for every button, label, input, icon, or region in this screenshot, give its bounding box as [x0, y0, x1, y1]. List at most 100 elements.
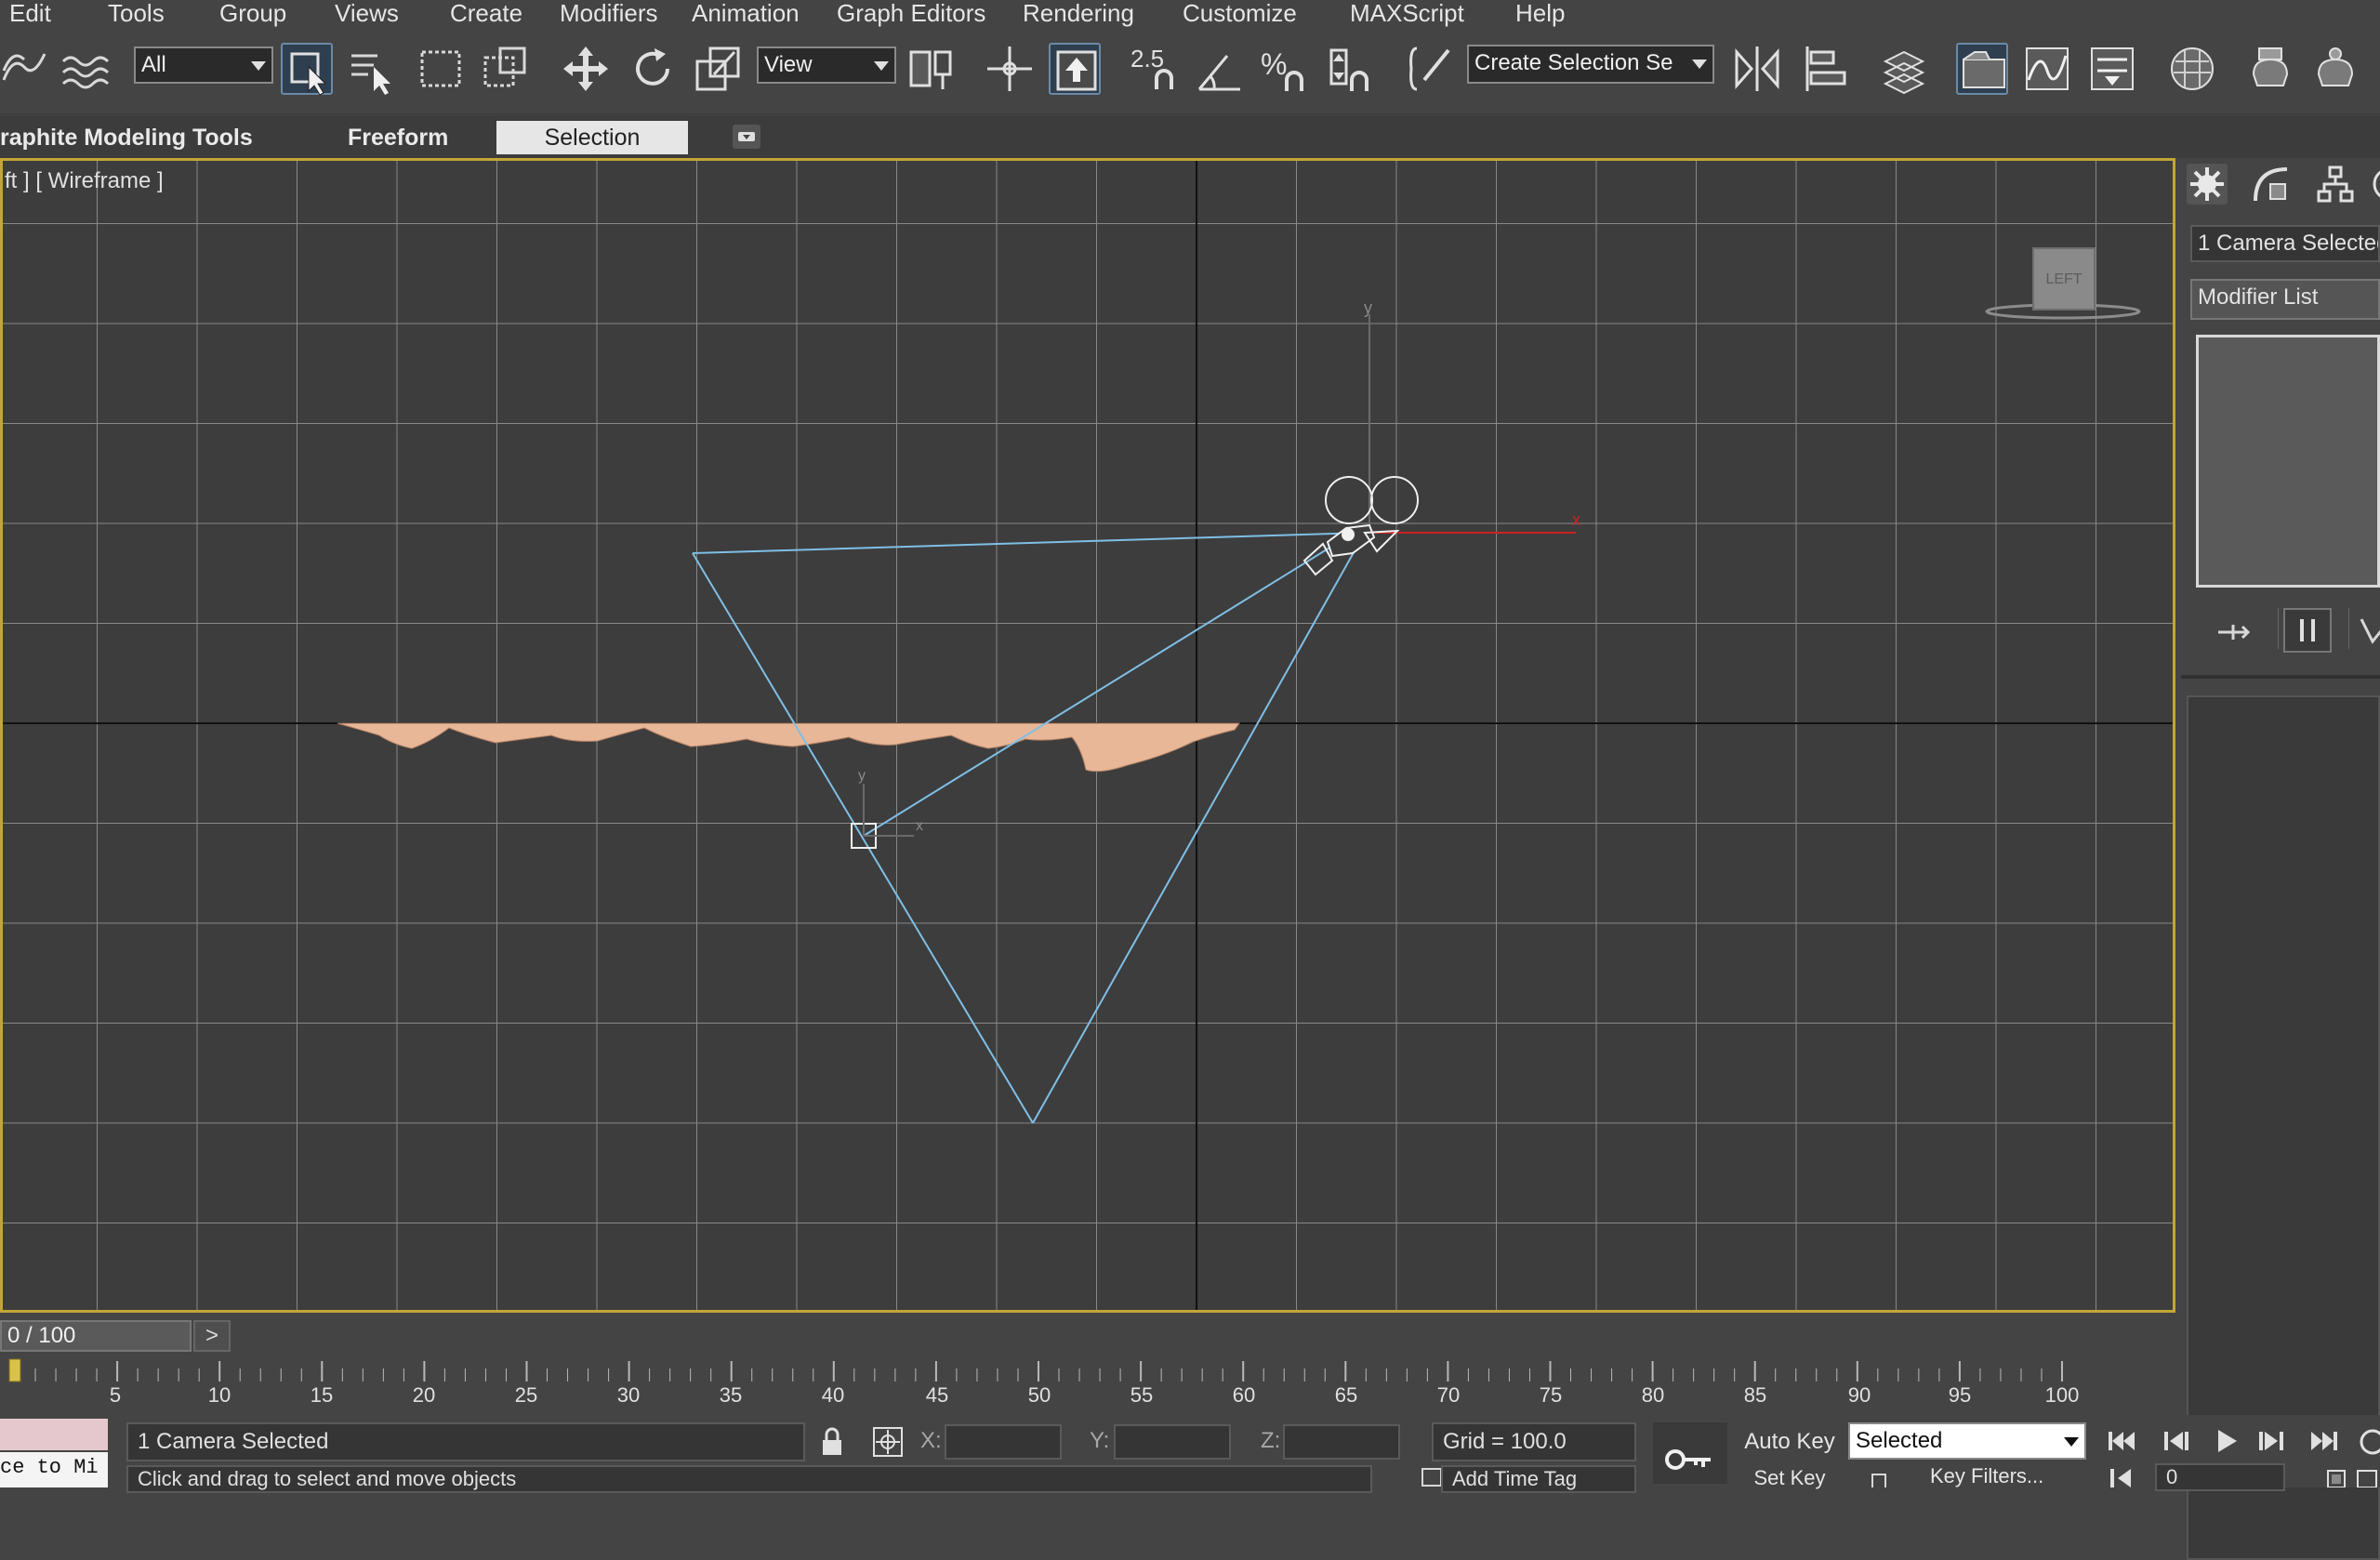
viewport-canvas[interactable]: x y x y LEFT	[3, 161, 2173, 1310]
menu-help[interactable]: Help	[1515, 0, 1565, 26]
snaps-toggle-icon[interactable]: 2.5	[1129, 43, 1181, 95]
chevron-down-icon	[1692, 59, 1707, 69]
maxscript-listener-mini[interactable]	[0, 1419, 108, 1450]
select-object-icon[interactable]	[281, 43, 333, 96]
ribbon-options-icon[interactable]	[733, 125, 760, 149]
layer-manager-icon[interactable]	[1878, 43, 1930, 95]
maxscript-mini-text: ce to Mi	[0, 1456, 99, 1479]
tick-label: 90	[1847, 1383, 1871, 1407]
menu-tools[interactable]: Tools	[108, 0, 165, 26]
reference-coord-dropdown[interactable]: View	[757, 46, 896, 84]
hierarchy-icon[interactable]	[2315, 164, 2356, 205]
key-filters-icon[interactable]	[1863, 1465, 1895, 1487]
menu-rendering[interactable]: Rendering	[1023, 0, 1134, 26]
x-coord-input[interactable]	[945, 1424, 1062, 1460]
y-coord-input[interactable]	[1114, 1424, 1231, 1460]
spinner-snap-icon[interactable]	[1324, 43, 1376, 95]
target-axis-y-label: y	[858, 768, 866, 784]
select-by-name-icon[interactable]	[346, 43, 398, 95]
scale-icon[interactable]	[692, 43, 744, 95]
time-config-icon[interactable]	[2354, 1426, 2380, 1458]
auto-key-button[interactable]: Auto Key	[1735, 1422, 1844, 1461]
camera-axis-x-label: x	[1572, 510, 1580, 529]
zoom-extents-icon[interactable]	[2324, 1465, 2348, 1487]
curve-editor-icon[interactable]	[2021, 43, 2073, 95]
maxscript-mini-input[interactable]: ce to Mi	[0, 1452, 108, 1487]
y-label: Y:	[1090, 1428, 1110, 1453]
create-icon[interactable]	[2187, 164, 2228, 205]
menu-create[interactable]: Create	[450, 0, 522, 26]
window-crossing-icon[interactable]	[480, 43, 532, 95]
svg-text:%: %	[1261, 47, 1287, 81]
edit-named-selection-icon[interactable]	[1404, 43, 1456, 95]
motion-icon[interactable]	[2369, 164, 2380, 205]
set-key-big-button[interactable]	[1653, 1422, 1727, 1484]
link-icon[interactable]	[0, 43, 52, 95]
panel-separator	[2181, 675, 2380, 679]
viewport-label[interactable]: ft ] [ Wireframe ]	[5, 168, 164, 194]
percent-snap-icon[interactable]: %	[1259, 43, 1311, 95]
menu-animation[interactable]: Animation	[692, 0, 800, 26]
menu-modifiers[interactable]: Modifiers	[560, 0, 657, 26]
menu-edit[interactable]: Edit	[9, 0, 51, 26]
selection-filter-dropdown[interactable]: All	[134, 46, 273, 84]
viewcube-icon: LEFT	[1985, 247, 2141, 320]
ribbon-tab-selection[interactable]: Selection	[496, 121, 688, 154]
previous-frame-icon[interactable]	[2157, 1422, 2194, 1460]
menu-group[interactable]: Group	[219, 0, 286, 26]
set-key-button[interactable]: Set Key	[1735, 1467, 1844, 1489]
align-icon[interactable]	[1800, 43, 1852, 95]
object-name-field[interactable]: 1 Camera Selected	[2190, 225, 2380, 262]
play-icon[interactable]	[2207, 1422, 2244, 1460]
render-production-icon[interactable]	[2309, 43, 2361, 95]
next-frame-button[interactable]: >	[193, 1320, 231, 1352]
menu-views[interactable]: Views	[335, 0, 399, 26]
lock-icon[interactable]	[814, 1424, 850, 1460]
unlink-icon[interactable]	[58, 43, 110, 95]
viewport-left[interactable]: x y x y LEFT ft ] [ Wireframe ]	[0, 158, 2175, 1313]
key-filters-button[interactable]: Key Filters...	[1904, 1465, 2086, 1487]
key-mode-value: Selected	[1856, 1428, 1943, 1453]
modify-icon[interactable]	[2250, 164, 2291, 205]
named-selection-dropdown[interactable]: Create Selection Se	[1467, 45, 1714, 84]
modifier-list-dropdown[interactable]: Modifier List	[2190, 279, 2380, 320]
keyboard-shortcut-icon[interactable]	[1049, 43, 1101, 95]
show-end-result-icon[interactable]	[2283, 608, 2332, 653]
frame-display: 0 / 100	[7, 1323, 76, 1348]
modifier-stack[interactable]	[2196, 335, 2380, 588]
schematic-view-icon[interactable]	[2086, 43, 2138, 95]
menu-customize[interactable]: Customize	[1183, 0, 1297, 26]
time-tag-icon[interactable]	[1421, 1467, 1443, 1487]
menu-maxscript[interactable]: MAXScript	[1350, 0, 1464, 26]
command-panel: 1 Camera Selected Modifier List	[2181, 158, 2380, 1560]
key-mode-dropdown[interactable]: Selected	[1848, 1422, 2086, 1460]
next-frame-icon[interactable]	[2254, 1422, 2291, 1460]
use-pivot-icon[interactable]	[906, 43, 958, 95]
rect-selection-icon[interactable]	[415, 43, 467, 95]
add-time-tag-button[interactable]: Add Time Tag	[1441, 1465, 1636, 1493]
key-mode-toggle-icon[interactable]	[2103, 1461, 2140, 1487]
time-slider[interactable]: 0 / 100 >	[0, 1320, 2175, 1354]
ribbon-tab-freeform[interactable]: Freeform	[348, 121, 448, 154]
graphite-toggle-icon[interactable]	[1956, 43, 2008, 95]
material-editor-icon[interactable]	[2166, 43, 2218, 95]
tick-label: 75	[1539, 1383, 1563, 1407]
go-to-end-icon[interactable]	[2306, 1422, 2343, 1460]
manipulate-icon[interactable]	[984, 43, 1036, 95]
mirror-icon[interactable]	[1731, 43, 1783, 95]
track-bar[interactable]: 5 10 15 20 25 30 35 40 45 50 55 60 65 70…	[0, 1357, 2175, 1415]
pin-stack-icon[interactable]	[2215, 614, 2252, 651]
z-coord-input[interactable]	[1283, 1424, 1400, 1460]
ribbon-title[interactable]: raphite Modeling Tools	[0, 121, 253, 154]
time-slider-thumb[interactable]: 0 / 100	[0, 1320, 192, 1352]
angle-snap-icon[interactable]	[1194, 43, 1246, 95]
absolute-mode-icon[interactable]	[870, 1424, 906, 1460]
field-of-view-icon[interactable]	[2354, 1465, 2380, 1487]
make-unique-icon[interactable]	[2356, 614, 2380, 651]
rotate-icon[interactable]	[627, 43, 679, 95]
snap-value: 2.5	[1130, 45, 1164, 73]
render-setup-icon[interactable]	[2244, 43, 2296, 95]
move-icon[interactable]	[560, 43, 612, 95]
go-to-start-icon[interactable]	[2103, 1422, 2140, 1460]
menu-graph-editors[interactable]: Graph Editors	[837, 0, 985, 26]
